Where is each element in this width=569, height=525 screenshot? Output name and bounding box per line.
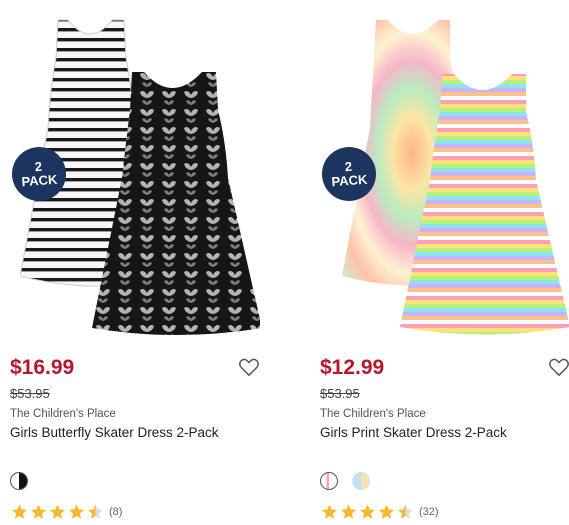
butterfly-dress-image xyxy=(92,72,260,335)
rainbow-stripe-dress-image xyxy=(400,74,569,335)
color-swatch-pink-stripe[interactable] xyxy=(320,472,338,490)
review-count: (32) xyxy=(419,506,439,518)
star-full-icon xyxy=(48,503,67,521)
star-full-icon xyxy=(377,503,396,521)
color-swatch-black-white[interactable] xyxy=(10,472,28,490)
color-swatches xyxy=(10,472,28,490)
product-title[interactable]: Girls Butterfly Skater Dress 2-Pack xyxy=(10,425,219,440)
original-price: $53.95 xyxy=(10,386,50,401)
star-full-icon xyxy=(67,503,86,521)
color-swatch-pastel-tie-dye[interactable] xyxy=(352,472,370,490)
review-count: (8) xyxy=(109,506,123,518)
star-full-icon xyxy=(320,503,339,521)
sale-price: $12.99 xyxy=(320,356,385,379)
color-swatches xyxy=(320,472,370,490)
product-card[interactable]: 2 PACK $12.99 $53.95 The Children's Plac… xyxy=(310,0,569,525)
star-rating[interactable]: (8) xyxy=(10,503,122,521)
brand-name: The Children's Place xyxy=(10,408,116,420)
product-title[interactable]: Girls Print Skater Dress 2-Pack xyxy=(320,425,507,440)
star-half-icon xyxy=(396,503,415,521)
badge-label: PACK xyxy=(331,171,368,190)
star-full-icon xyxy=(10,503,29,521)
star-full-icon xyxy=(29,503,48,521)
original-price: $53.95 xyxy=(320,386,360,401)
heart-outline-icon[interactable] xyxy=(238,357,260,377)
sale-price: $16.99 xyxy=(10,356,75,379)
heart-outline-icon[interactable] xyxy=(548,357,569,377)
product-card[interactable]: 2 PACK $16.99 $53.95 The Children's Plac… xyxy=(0,0,260,525)
badge-label: PACK xyxy=(21,171,58,190)
star-half-icon xyxy=(86,503,105,521)
star-rating[interactable]: (32) xyxy=(320,503,439,521)
star-full-icon xyxy=(339,503,358,521)
brand-name: The Children's Place xyxy=(320,408,426,420)
star-full-icon xyxy=(358,503,377,521)
